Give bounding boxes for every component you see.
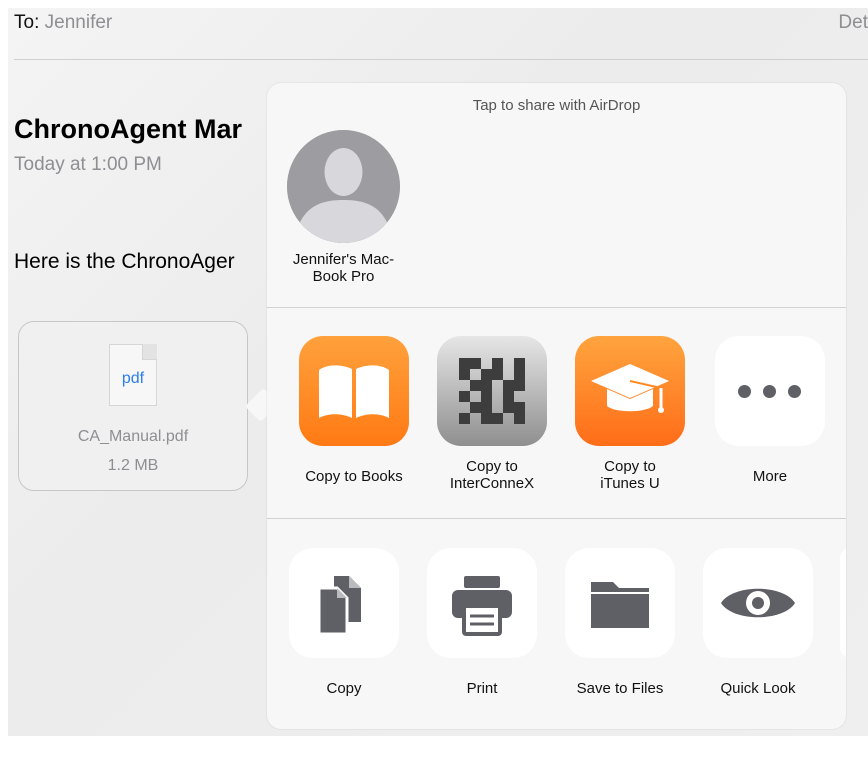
airdrop-device-name[interactable]: Jennifer's Mac- Book Pro xyxy=(277,251,410,285)
copy-action-label: Copy xyxy=(326,680,362,697)
books-icon xyxy=(319,365,389,418)
copy-action-button[interactable] xyxy=(289,548,399,658)
file-type-label: pdf xyxy=(121,370,145,387)
interconnex-icon xyxy=(459,358,525,424)
books-app-button[interactable] xyxy=(299,336,409,446)
share-sheet: Tap to share with AirDrop Jennifer's Mac… xyxy=(267,83,846,729)
divider-apps xyxy=(267,518,846,519)
document-fold xyxy=(142,344,157,360)
airdrop-device-avatar[interactable] xyxy=(287,130,400,243)
save-to-files-action-label: Save to Files xyxy=(576,680,664,697)
pdf-attachment[interactable]: pdf CA_Manual.pdf 1.2 MB xyxy=(18,321,248,491)
mail-body: Here is the ChronoAger xyxy=(14,250,235,273)
mail-subject: ChronoAgent Mar xyxy=(14,114,242,144)
quick-look-action-label: Quick Look xyxy=(720,680,796,697)
person-silhouette-icon xyxy=(287,130,400,243)
airdrop-device-line2: Book Pro xyxy=(312,268,375,285)
recipient-name[interactable]: Jennifer xyxy=(45,12,113,33)
interconnex-label-line2: InterConneX xyxy=(449,475,535,492)
interconnex-label-line1: Copy to xyxy=(466,458,518,475)
itunes-u-label-line1: Copy to xyxy=(604,458,656,475)
mail-date: Today at 1:00 PM xyxy=(14,154,162,175)
copy-icon xyxy=(317,576,361,636)
print-action-button[interactable] xyxy=(427,548,537,658)
divider-airdrop xyxy=(267,307,846,308)
itunes-u-label-line2: iTunes U xyxy=(600,475,660,492)
to-row[interactable]: To: Jennifer xyxy=(14,12,112,34)
quick-look-action-button[interactable] xyxy=(703,548,813,658)
to-label: To: xyxy=(14,12,40,33)
save-to-files-action-button[interactable] xyxy=(565,548,675,658)
books-label-line1: Copy to Books xyxy=(305,468,403,485)
airdrop-title: Tap to share with AirDrop xyxy=(472,97,641,114)
eye-icon xyxy=(721,588,795,618)
itunes-u-app-button[interactable] xyxy=(575,336,685,446)
folder-icon xyxy=(591,582,649,628)
more-label: More xyxy=(700,468,840,485)
books-app-label: Copy to Books xyxy=(284,468,424,485)
attachment-name: CA_Manual.pdf xyxy=(77,428,189,445)
attachment-size: 1.2 MB xyxy=(107,457,159,474)
print-action-label: Print xyxy=(466,680,498,697)
print-icon xyxy=(452,576,512,636)
details-link[interactable]: Det xyxy=(838,12,868,34)
itunes-u-icon xyxy=(591,364,669,413)
airdrop-device-line1: Jennifer's Mac- xyxy=(292,251,395,268)
itunes-u-app-label: Copy to iTunes U xyxy=(560,458,700,492)
header-divider xyxy=(14,59,868,60)
more-button[interactable] xyxy=(715,336,825,446)
interconnex-app-button[interactable] xyxy=(437,336,547,446)
next-action-tile-partial[interactable] xyxy=(840,548,846,658)
more-label-line1: More xyxy=(752,468,788,485)
interconnex-app-label: Copy to InterConneX xyxy=(422,458,562,492)
